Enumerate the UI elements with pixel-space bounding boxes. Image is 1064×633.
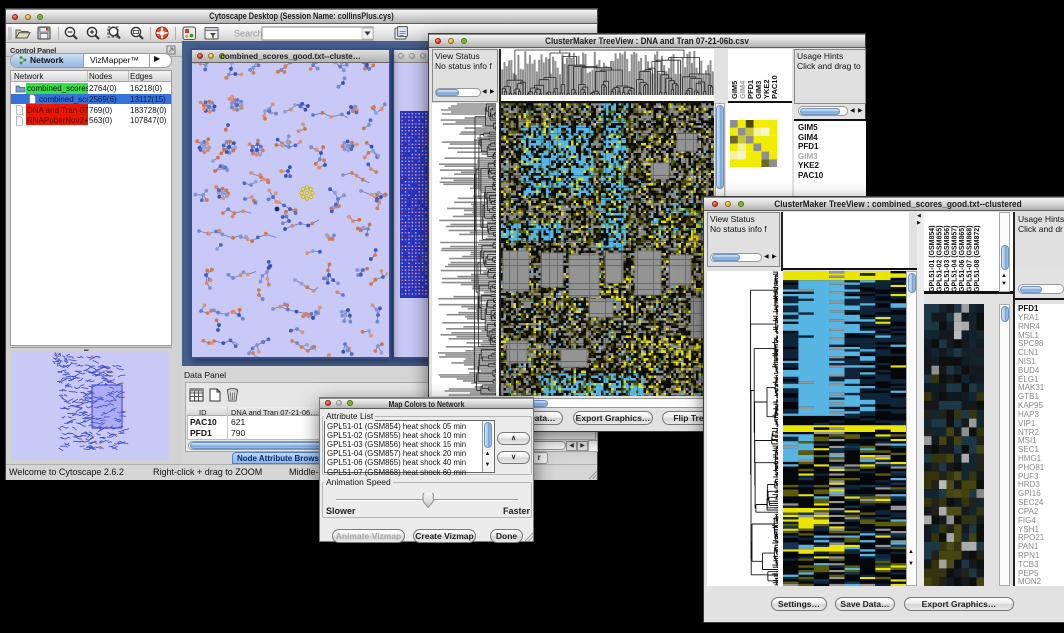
svg-text:GPL51-02 (GSM855): GPL51-02 (GSM855)	[937, 225, 944, 292]
svg-text:GPL51-07 (GSM868): GPL51-07 (GSM868)	[967, 225, 974, 292]
svg-text:GPL51-04 (GSM857): GPL51-04 (GSM857)	[952, 225, 959, 292]
svg-text:GPL51-03 (GSM856): GPL51-03 (GSM856)	[944, 225, 951, 292]
svg-text:PAC10: PAC10	[770, 75, 779, 99]
svg-text:GPL51-01 (GSM854): GPL51-01 (GSM854)	[929, 225, 936, 292]
svg-text:Search:: Search:	[234, 29, 265, 39]
svg-text:GPL51-08 (GSM872): GPL51-08 (GSM872)	[974, 225, 981, 292]
svg-text:GPL51-06 (GSM865): GPL51-06 (GSM865)	[959, 225, 966, 292]
